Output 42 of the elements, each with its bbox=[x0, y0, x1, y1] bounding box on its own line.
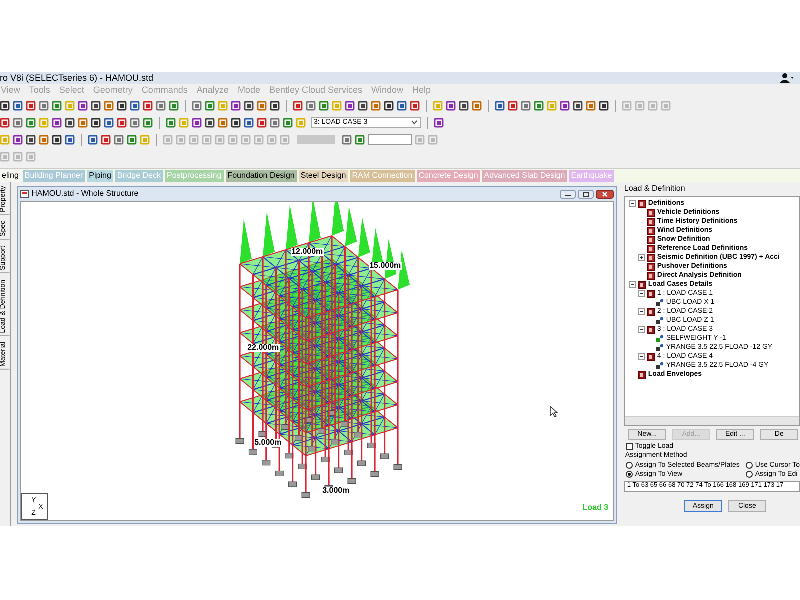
module-tab[interactable]: Steel Design bbox=[298, 170, 348, 182]
collapse-icon[interactable] bbox=[638, 326, 646, 333]
collapse-icon[interactable] bbox=[629, 200, 636, 207]
user-icon[interactable] bbox=[780, 73, 794, 83]
expand-icon[interactable] bbox=[638, 254, 646, 261]
load-icon bbox=[656, 298, 664, 306]
collapse-icon[interactable] bbox=[638, 353, 646, 360]
radio-button[interactable] bbox=[626, 462, 634, 469]
dimension-label: 15.000m bbox=[368, 262, 402, 270]
minimize-icon[interactable] bbox=[560, 190, 576, 198]
maximize-icon[interactable] bbox=[578, 190, 594, 198]
window-title: HAMOU.std - Whole Structure bbox=[32, 190, 139, 198]
load-case-icon bbox=[647, 352, 656, 360]
number-field[interactable] bbox=[368, 134, 412, 145]
load-label: Load 3 bbox=[582, 504, 609, 512]
collapse-icon[interactable] bbox=[629, 281, 636, 288]
radio-button[interactable] bbox=[626, 471, 634, 478]
dimension-label: 3.000m bbox=[322, 487, 351, 495]
checkbox[interactable] bbox=[626, 443, 634, 450]
collapse-icon[interactable] bbox=[638, 308, 646, 315]
load-case-icon bbox=[647, 326, 656, 334]
horizontal-scrollbar[interactable] bbox=[625, 416, 799, 425]
load-icon bbox=[656, 316, 664, 324]
radio-button[interactable] bbox=[746, 462, 754, 469]
dimension-label: 12.000m bbox=[290, 248, 324, 256]
dimension-label: 22.000m bbox=[246, 344, 280, 352]
load-case-icon bbox=[638, 370, 646, 378]
window-title: ro V8i (SELECTseries 6) - HAMOU.std bbox=[0, 74, 154, 82]
module-tab[interactable]: Foundation Design bbox=[226, 170, 297, 182]
module-tab[interactable]: eling bbox=[0, 170, 21, 182]
load-icon bbox=[656, 362, 664, 370]
load-case-icon bbox=[647, 308, 656, 316]
disabled-field bbox=[297, 135, 335, 144]
cursor-icon bbox=[550, 406, 558, 418]
close-icon[interactable] bbox=[596, 190, 614, 198]
caret-icon[interactable] bbox=[411, 120, 418, 125]
dimension-label: 5.000m bbox=[254, 439, 283, 447]
radio-button[interactable] bbox=[746, 471, 754, 478]
window-icon bbox=[20, 190, 29, 198]
panel-title: Load & Definition bbox=[624, 183, 686, 195]
module-tab[interactable]: Piping bbox=[87, 170, 114, 182]
collapse-icon[interactable] bbox=[638, 290, 646, 297]
